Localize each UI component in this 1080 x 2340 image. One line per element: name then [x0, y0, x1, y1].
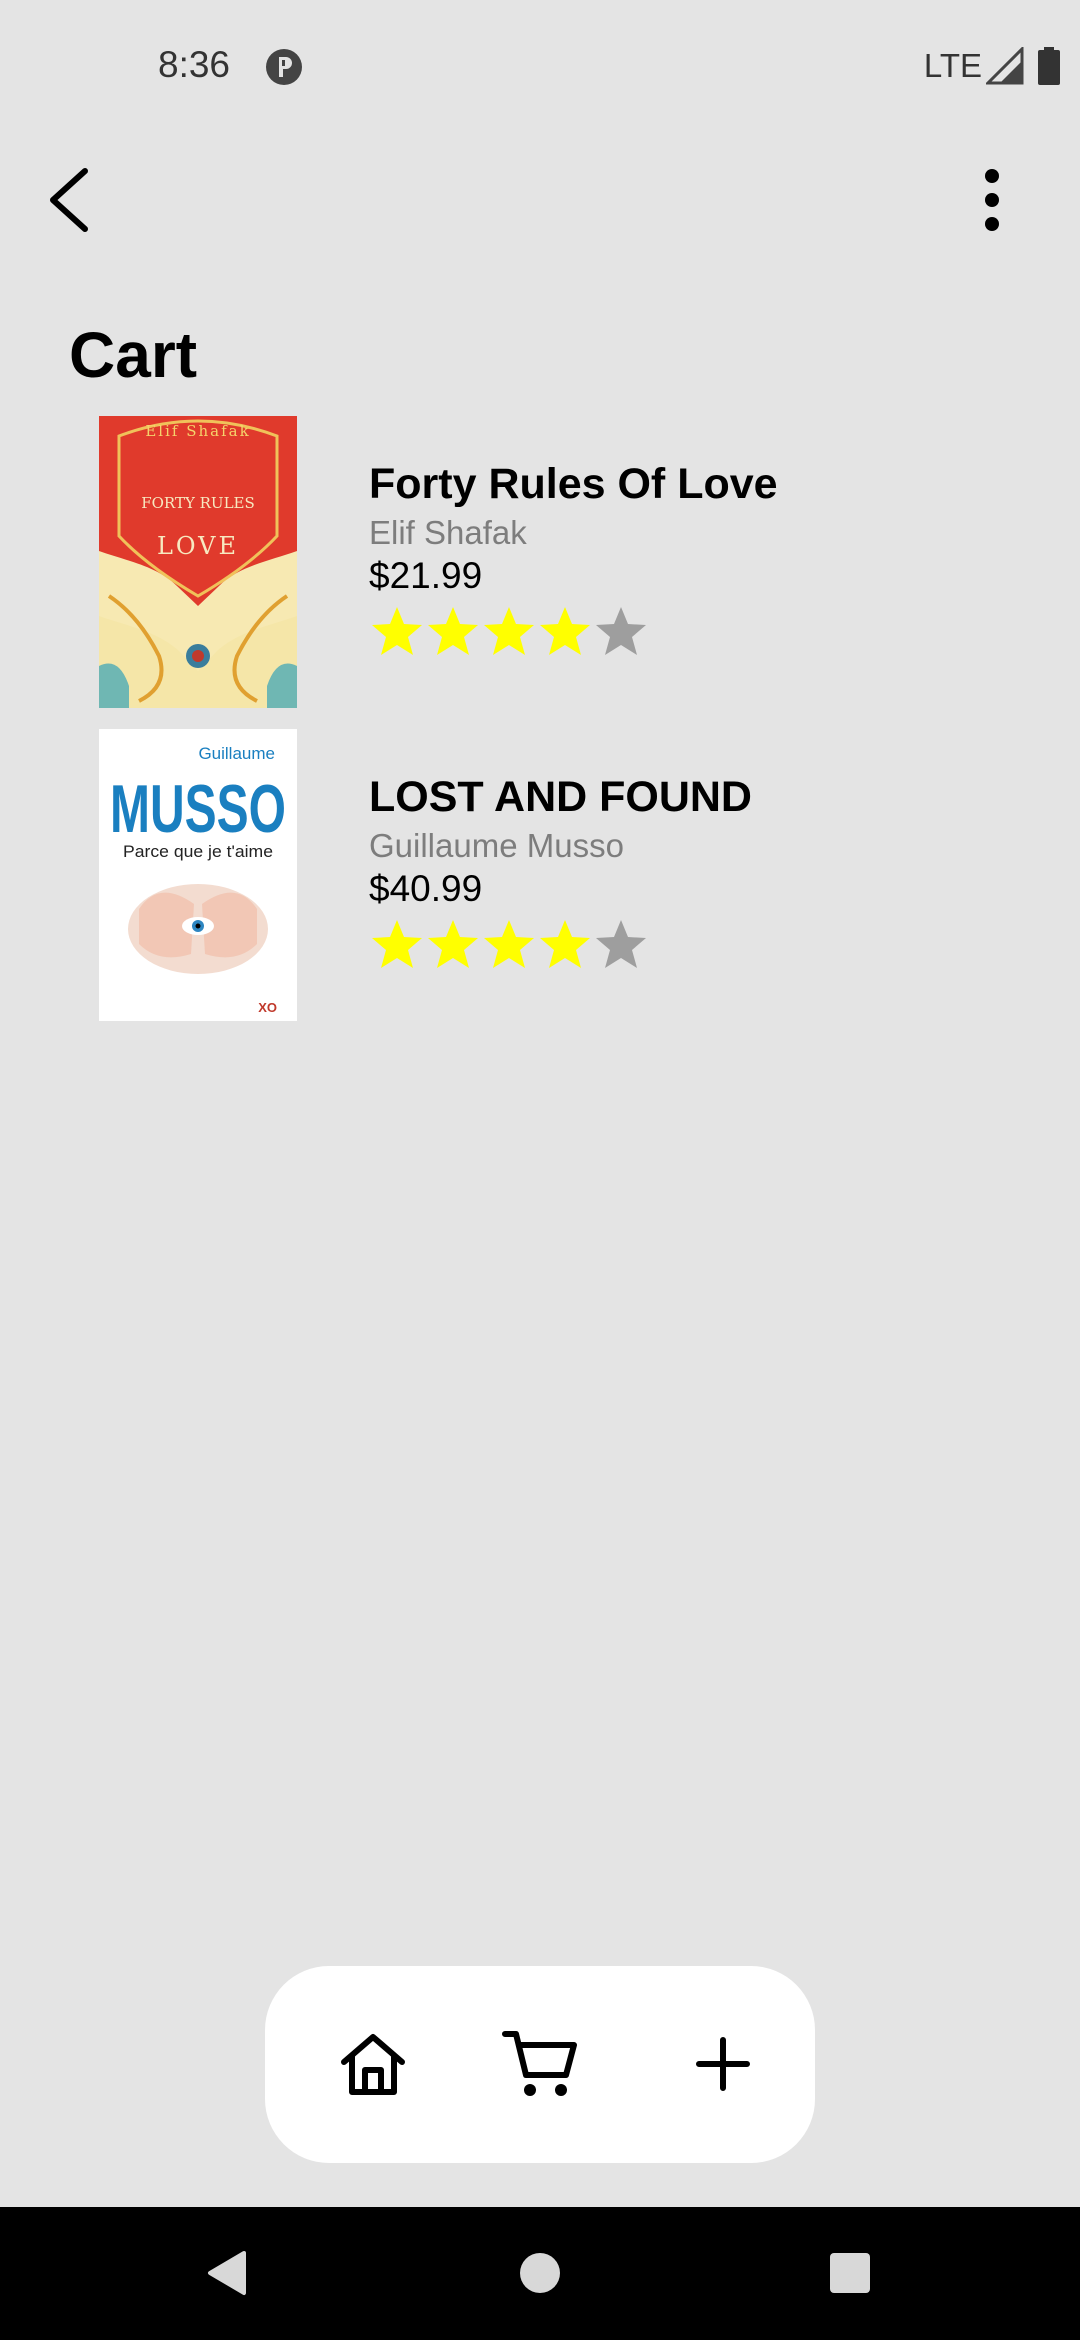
star-rating [369, 917, 1029, 973]
book-cover-image[interactable]: Guillaume MUSSO Parce que je t'aime XO [99, 729, 297, 1021]
cart-item[interactable]: Elif Shafak FORTY RULES LOVE Forty Rules… [99, 416, 1049, 729]
more-vertical-icon [985, 169, 999, 231]
book-info: LOST AND FOUND Guillaume Musso $40.99 [369, 769, 1029, 973]
book-author: Guillaume Musso [369, 827, 624, 864]
star-rating [369, 604, 1029, 660]
book-price: $40.99 [369, 868, 483, 909]
book-author: Elif Shafak [369, 514, 527, 551]
star-filled-icon [428, 920, 478, 968]
system-navigation-bar [0, 2207, 1080, 2340]
book-info: Forty Rules Of Love Elif Shafak $21.99 [369, 456, 1029, 660]
more-options-button[interactable] [962, 160, 1022, 240]
book-cover-image[interactable]: Elif Shafak FORTY RULES LOVE [99, 416, 297, 708]
system-recents-button[interactable] [820, 2243, 880, 2303]
forty-rules-cover-art: Elif Shafak FORTY RULES LOVE [99, 416, 297, 708]
cart-screen: 8:36 LTE Cart Elif Shafak FORTY RULES LO… [0, 0, 1080, 2340]
square-recents-icon [830, 2253, 870, 2293]
home-icon [341, 2034, 405, 2095]
cover-publisher: XO [258, 1000, 277, 1015]
cover-subtitle: Parce que je t'aime [123, 842, 273, 861]
cart-item[interactable]: Guillaume MUSSO Parce que je t'aime XO L… [99, 729, 1049, 1042]
back-button[interactable] [38, 160, 98, 240]
chevron-left-icon [50, 168, 88, 232]
star-filled-icon [428, 607, 478, 655]
star-filled-icon [372, 920, 422, 968]
system-home-button[interactable] [510, 2243, 570, 2303]
book-title[interactable]: Forty Rules Of Love [369, 456, 1029, 512]
status-right-group: LTE [924, 44, 1060, 88]
nav-home-button[interactable] [323, 2014, 423, 2114]
circle-home-icon [520, 2253, 560, 2293]
page-title: Cart [69, 319, 198, 391]
triangle-back-icon [208, 2251, 246, 2295]
cart-list: Elif Shafak FORTY RULES LOVE Forty Rules… [99, 416, 1049, 1042]
star-empty-icon [596, 607, 646, 655]
network-type-label: LTE [923, 47, 982, 84]
battery-icon [1038, 47, 1060, 85]
signal-icon [986, 47, 1024, 85]
cover-author-text: Elif Shafak [145, 422, 250, 440]
nav-cart-button[interactable] [490, 2014, 590, 2114]
cover-last-name: MUSSO [110, 771, 286, 847]
star-filled-icon [540, 607, 590, 655]
star-filled-icon [484, 920, 534, 968]
add-icon [696, 2037, 750, 2091]
cover-first-name: Guillaume [198, 744, 275, 763]
status-bar: 8:36 LTE [0, 0, 1080, 135]
book-price: $21.99 [369, 555, 483, 596]
musso-cover-art: Guillaume MUSSO Parce que je t'aime XO [99, 729, 297, 1021]
cart-icon [502, 2031, 577, 2096]
app-notification-icon [266, 49, 302, 85]
system-back-button[interactable] [196, 2243, 256, 2303]
nav-add-button[interactable] [673, 2014, 773, 2114]
cover-title-line2: LOVE [157, 532, 239, 560]
cover-title-line1: FORTY RULES [141, 494, 255, 512]
star-filled-icon [484, 607, 534, 655]
status-time: 8:36 [158, 44, 231, 85]
star-filled-icon [540, 920, 590, 968]
star-empty-icon [596, 920, 646, 968]
star-filled-icon [372, 607, 422, 655]
bottom-navigation [265, 1966, 815, 2163]
book-title[interactable]: LOST AND FOUND [369, 769, 1029, 825]
